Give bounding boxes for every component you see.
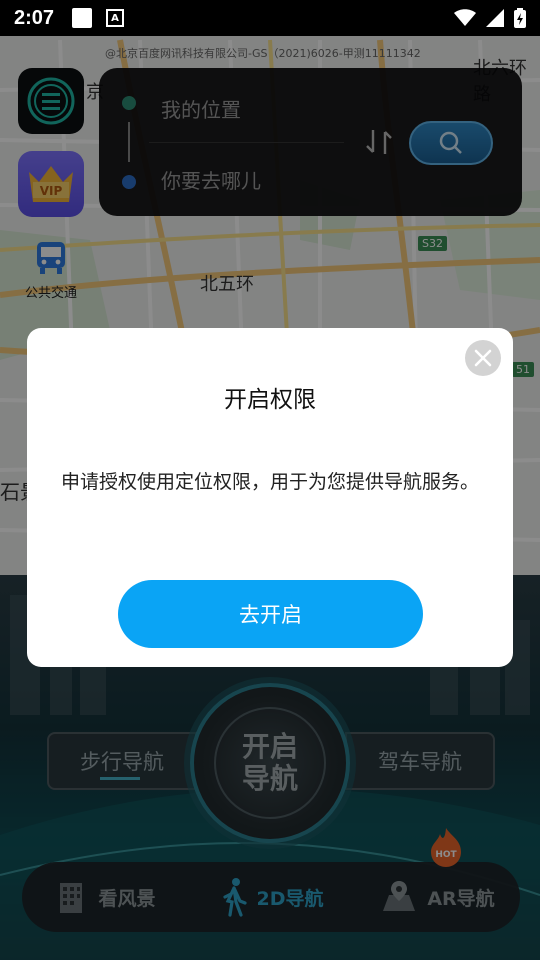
close-icon (474, 349, 492, 367)
dialog-title: 开启权限 (224, 387, 316, 413)
battery-icon (514, 8, 526, 28)
permission-dialog: 开启权限 申请授权使用定位权限，用于为您提供导航服务。 去开启 (27, 328, 513, 667)
dialog-message: 申请授权使用定位权限，用于为您提供导航服务。 (60, 471, 479, 493)
enable-permission-button[interactable]: 去开启 (118, 580, 423, 648)
font-icon: A (106, 9, 125, 27)
notification-icon (72, 8, 93, 28)
wifi-icon (454, 9, 476, 26)
close-button[interactable] (465, 340, 501, 376)
status-bar: 2:07 A (0, 0, 540, 36)
status-time: 2:07 (14, 6, 55, 29)
status-indicators (454, 8, 526, 28)
signal-icon (486, 9, 504, 27)
